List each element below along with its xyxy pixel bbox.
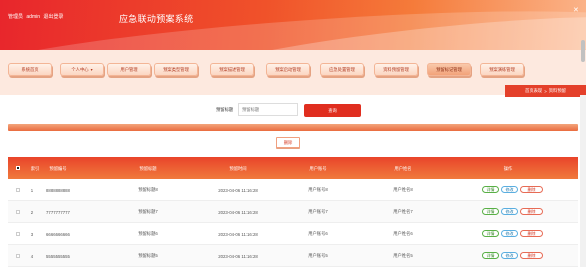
row-checkbox[interactable] bbox=[16, 188, 20, 192]
main-nav: 系统首页 个人中心 ▾ 用户管理 预案类型管理 预案描述管理 预案启动管理 应急处… bbox=[0, 50, 586, 95]
search-label: 预留标题 bbox=[216, 107, 234, 112]
nav-label: 预留标记管理 bbox=[436, 66, 462, 72]
table-row: 3 6666666666 预留标题6 2023-04-06 11:16:28 用… bbox=[8, 223, 578, 245]
nav-item-plan-types[interactable]: 预案类型管理 bbox=[154, 63, 198, 76]
nav-label: 应急处置管理 bbox=[329, 66, 355, 72]
nav-item-plan-descriptions[interactable]: 预案描述管理 bbox=[210, 63, 254, 76]
chevron-down-icon: ▾ bbox=[90, 67, 93, 72]
delete-button[interactable]: 删除 bbox=[520, 208, 543, 215]
cell-title: 预留标题8 bbox=[138, 187, 158, 192]
cell-time: 2023-04-06 11:16:28 bbox=[218, 231, 258, 237]
edit-button[interactable]: 修改 bbox=[501, 230, 518, 237]
nav-item-profile[interactable]: 个人中心 ▾ bbox=[60, 63, 104, 76]
delete-button[interactable]: 删除 bbox=[520, 230, 543, 237]
cell-time: 2023-04-06 11:16:28 bbox=[218, 187, 258, 193]
edit-button[interactable]: 修改 bbox=[501, 252, 518, 259]
header-actions: 操作 bbox=[503, 165, 513, 171]
nav-label: 系统首页 bbox=[21, 66, 39, 72]
cell-code: 6666666666 bbox=[46, 231, 70, 237]
cell-name: 用户姓名7 bbox=[393, 209, 413, 214]
cell-name: 用户姓名6 bbox=[393, 231, 413, 236]
delete-button[interactable]: 删除 bbox=[520, 186, 543, 193]
nav-label: 个人中心 bbox=[71, 66, 89, 72]
nav-item-plan-drill[interactable]: 预案演练管理 bbox=[480, 63, 524, 76]
header-code: 预留编号 bbox=[49, 165, 67, 171]
detail-button[interactable]: 详情 bbox=[482, 252, 499, 259]
nav-label: 预案启动管理 bbox=[275, 66, 301, 72]
data-table: 索引 预留编号 预留标题 预留时间 用户账号 用户姓名 操作 1 8888888… bbox=[8, 157, 578, 267]
row-checkbox[interactable] bbox=[16, 232, 20, 236]
nav-item-plan-launch[interactable]: 预案启动管理 bbox=[266, 63, 310, 76]
cell-time: 2023-04-06 11:16:28 bbox=[218, 209, 258, 215]
row-checkbox[interactable] bbox=[16, 210, 20, 214]
nav-item-users[interactable]: 用户管理 bbox=[107, 63, 151, 76]
nav-item-material-reserve[interactable]: 资料预留管理 bbox=[374, 63, 418, 76]
header-name: 用户姓名 bbox=[394, 165, 412, 171]
breadcrumb-separator: > bbox=[544, 88, 547, 94]
header-title: 预留标题 bbox=[139, 165, 157, 171]
cell-account: 用户账号6 bbox=[308, 231, 328, 236]
search-button[interactable]: 查询 bbox=[304, 104, 361, 117]
detail-button[interactable]: 详情 bbox=[482, 208, 499, 215]
section-divider-band bbox=[8, 124, 578, 131]
cell-account: 用户账号8 bbox=[308, 187, 328, 192]
cell-code: 7777777777 bbox=[46, 209, 70, 215]
top-header-bar: 管理员 admin 退出登录 应急联动预案系统 ✕ bbox=[0, 0, 586, 50]
nav-item-home[interactable]: 系统首页 bbox=[8, 63, 52, 76]
app-title: 应急联动预案系统 bbox=[119, 14, 194, 24]
scrollbar-track[interactable] bbox=[580, 95, 586, 267]
close-icon[interactable]: ✕ bbox=[573, 6, 579, 14]
nav-item-reserve-mark[interactable]: 预留标记管理 bbox=[427, 63, 471, 76]
cell-name: 用户姓名8 bbox=[393, 187, 413, 192]
select-all-checkbox[interactable] bbox=[16, 166, 20, 170]
cell-code: 5555555555 bbox=[46, 253, 70, 259]
cell-account: 用户账号7 bbox=[308, 209, 328, 214]
admin-info: 管理员 admin 退出登录 bbox=[8, 13, 65, 20]
cell-title: 预留标题7 bbox=[138, 209, 158, 214]
table-row: 4 5555555555 预留标题5 2023-04-06 11:16:28 用… bbox=[8, 245, 578, 267]
admin-role: 管理员 bbox=[8, 14, 24, 20]
edit-button[interactable]: 修改 bbox=[501, 208, 518, 215]
row-checkbox[interactable] bbox=[16, 254, 20, 258]
admin-name: admin bbox=[26, 14, 41, 20]
table-row: 1 8888888888 预留标题8 2023-04-06 11:16:28 用… bbox=[8, 179, 578, 201]
table-header: 索引 预留编号 预留标题 预留时间 用户账号 用户姓名 操作 bbox=[8, 157, 578, 179]
search-input[interactable] bbox=[238, 103, 298, 116]
table-row: 2 7777777777 预留标题7 2023-04-06 11:16:28 用… bbox=[8, 201, 578, 223]
cell-title: 预留标题5 bbox=[138, 253, 158, 258]
nav-label: 资料预留管理 bbox=[383, 66, 409, 72]
nav-label: 预案演练管理 bbox=[489, 66, 515, 72]
header-time: 预留时间 bbox=[229, 165, 247, 171]
breadcrumb-current: 资料预留 bbox=[548, 88, 566, 93]
batch-delete-button[interactable]: 删除 bbox=[276, 137, 300, 148]
cell-code: 8888888888 bbox=[46, 187, 70, 193]
edit-button[interactable]: 修改 bbox=[501, 186, 518, 193]
detail-button[interactable]: 详情 bbox=[482, 230, 499, 237]
detail-button[interactable]: 详情 bbox=[482, 186, 499, 193]
nav-label: 预案类型管理 bbox=[163, 66, 189, 72]
logout-link[interactable]: 退出登录 bbox=[43, 14, 63, 20]
breadcrumb: 首页表现 > 资料预留 bbox=[505, 85, 586, 97]
header-account: 用户账号 bbox=[309, 165, 327, 171]
nav-label: 用户管理 bbox=[120, 66, 138, 72]
nav-item-emergency-handling[interactable]: 应急处置管理 bbox=[320, 63, 364, 76]
cell-title: 预留标题6 bbox=[138, 231, 158, 236]
delete-button[interactable]: 删除 bbox=[520, 252, 543, 259]
cell-name: 用户姓名5 bbox=[393, 253, 413, 258]
nav-label: 预案描述管理 bbox=[219, 66, 245, 72]
cell-account: 用户账号5 bbox=[308, 253, 328, 258]
cell-time: 2023-04-06 11:16:28 bbox=[218, 253, 258, 259]
breadcrumb-home[interactable]: 首页表现 bbox=[525, 88, 542, 94]
scrollbar-thumb[interactable] bbox=[581, 40, 585, 62]
